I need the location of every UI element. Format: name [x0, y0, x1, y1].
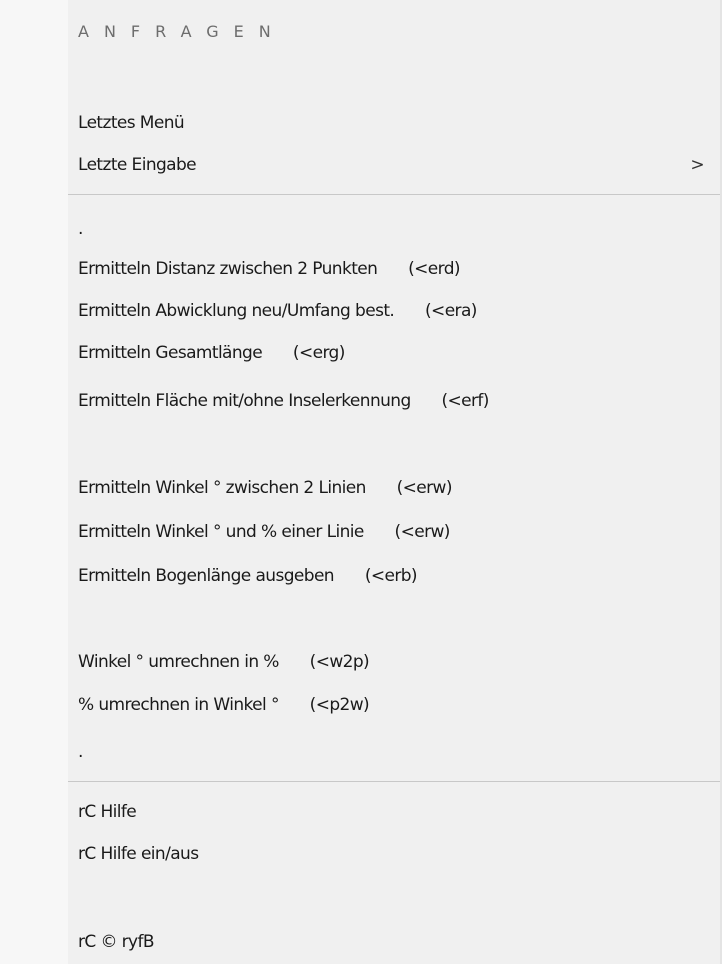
menu-item-ermitteln-distanz[interactable]: Ermitteln Distanz zwischen 2 Punkten (<e…	[0, 250, 720, 288]
menu-item-rc-hilfe-toggle[interactable]: rC Hilfe ein/aus	[0, 835, 720, 873]
menu-item-shortcut: (<erg)	[292, 343, 345, 363]
context-menu: ANFRAGEN Letztes Menü Letzte Eingabe > .…	[0, 0, 722, 964]
chevron-right-icon: >	[690, 155, 704, 175]
menu-item-label: Ermitteln Winkel ° zwischen 2 Linien	[78, 478, 366, 498]
menu-item-ermitteln-flaeche[interactable]: Ermitteln Fläche mit/ohne Inselerkennung…	[0, 382, 720, 420]
menu-item-dot-placeholder[interactable]: .	[0, 210, 720, 248]
menu-item-shortcut: (<erd)	[408, 259, 460, 279]
menu-header: ANFRAGEN	[78, 22, 286, 41]
menu-item-label: Ermitteln Fläche mit/ohne Inselerkennung	[78, 391, 411, 411]
menu-item-ermitteln-abwicklung[interactable]: Ermitteln Abwicklung neu/Umfang best. (<…	[0, 292, 720, 330]
menu-item-ermitteln-gesamtlaenge[interactable]: Ermitteln Gesamtlänge (<erg)	[0, 334, 720, 372]
menu-item-shortcut: (<w2p)	[309, 652, 370, 672]
menu-item-ermitteln-winkel-prozent[interactable]: Ermitteln Winkel ° und % einer Linie (<e…	[0, 513, 720, 551]
menu-item-letztes-menu[interactable]: Letztes Menü	[0, 104, 720, 142]
menu-item-winkel-in-prozent[interactable]: Winkel ° umrechnen in % (<w2p)	[0, 643, 720, 681]
menu-item-label: .	[78, 742, 83, 762]
menu-item-shortcut: (<erw)	[394, 522, 451, 542]
menu-separator	[68, 194, 720, 195]
menu-item-label: % umrechnen in Winkel °	[78, 695, 279, 715]
menu-item-label: Ermitteln Distanz zwischen 2 Punkten	[78, 259, 378, 279]
menu-item-ermitteln-winkel-linien[interactable]: Ermitteln Winkel ° zwischen 2 Linien (<e…	[0, 469, 720, 507]
menu-item-label: Ermitteln Bogenlänge ausgeben	[78, 566, 335, 586]
menu-item-label: Winkel ° umrechnen in %	[78, 652, 279, 672]
menu-item-rc-copyright[interactable]: rC © ryfB	[0, 923, 720, 961]
menu-separator	[68, 781, 720, 782]
menu-item-label: Ermitteln Winkel ° und % einer Linie	[78, 522, 364, 542]
menu-item-shortcut: (<erb)	[364, 566, 418, 586]
menu-item-label: Ermitteln Gesamtlänge	[78, 343, 263, 363]
menu-item-label: Letzte Eingabe	[78, 155, 197, 175]
menu-item-label: .	[78, 219, 83, 239]
menu-item-label: rC © ryfB	[78, 932, 155, 952]
menu-item-letzte-eingabe[interactable]: Letzte Eingabe >	[0, 146, 720, 184]
menu-item-ermitteln-bogenlaenge[interactable]: Ermitteln Bogenlänge ausgeben (<erb)	[0, 557, 720, 595]
menu-item-rc-hilfe[interactable]: rC Hilfe	[0, 793, 720, 831]
menu-item-prozent-in-winkel[interactable]: % umrechnen in Winkel ° (<p2w)	[0, 686, 720, 724]
menu-item-label: rC Hilfe	[78, 802, 137, 822]
menu-item-dot-placeholder[interactable]: .	[0, 733, 720, 771]
menu-item-shortcut: (<erw)	[396, 478, 453, 498]
menu-item-shortcut: (<p2w)	[309, 695, 370, 715]
menu-item-label: rC Hilfe ein/aus	[78, 844, 199, 864]
menu-item-shortcut: (<era)	[425, 301, 477, 321]
menu-item-label: Ermitteln Abwicklung neu/Umfang best.	[78, 301, 395, 321]
menu-item-shortcut: (<erf)	[441, 391, 489, 411]
menu-item-label: Letztes Menü	[78, 113, 185, 133]
